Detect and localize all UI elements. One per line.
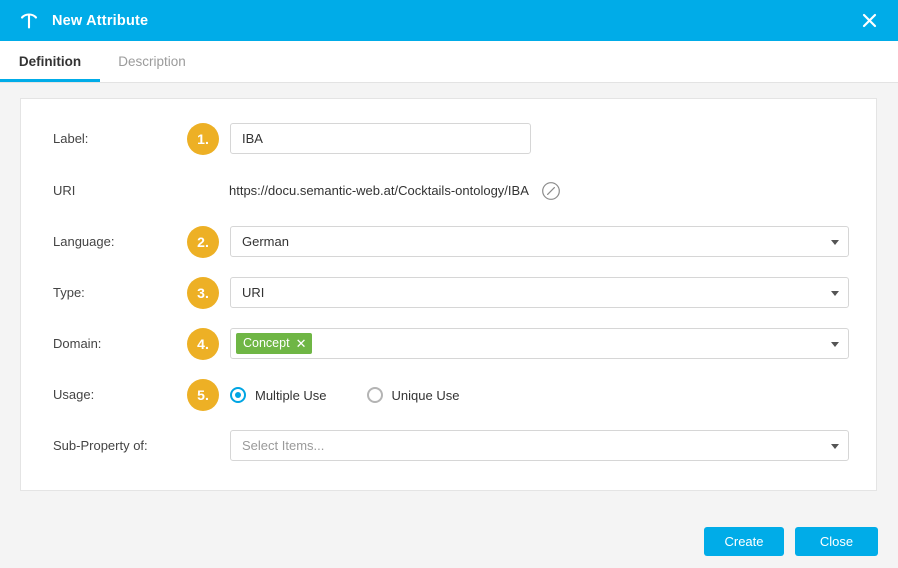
sub-property-select[interactable]: Select Items... [230,430,849,461]
tab-description[interactable]: Description [100,41,204,82]
step-badge-5: 5. [187,379,219,411]
attribute-t-icon [18,10,40,32]
sub-property-field-caption: Sub-Property of: [53,438,148,453]
language-selected-value: German [242,234,289,249]
usage-radio-group: Multiple Use Unique Use [230,375,499,415]
language-select[interactable]: German [230,226,849,257]
form-row-language: Language: 2. German [21,222,876,262]
domain-select[interactable]: Concept ✕ [230,328,849,359]
chevron-down-icon [831,444,839,449]
chevron-down-icon [831,342,839,347]
dialog-footer: Create Close [0,491,898,568]
label-field-caption: Label: [53,131,89,146]
type-field-caption: Type: [53,285,85,300]
form-row-domain: Domain: 4. Concept ✕ [21,324,876,364]
dialog-title-bar: New Attribute [0,0,898,41]
radio-unique-use-mark[interactable] [366,387,383,403]
sub-property-placeholder: Select Items... [242,438,325,453]
close-icon[interactable] [840,0,898,41]
form-row-type: Type: 3. URI [21,273,876,313]
type-selected-value: URI [242,285,265,300]
edit-uri-icon[interactable] [540,180,562,202]
uri-field-caption: URI [53,183,76,198]
type-select[interactable]: URI [230,277,849,308]
domain-field-caption: Domain: [53,336,102,351]
remove-tag-icon[interactable]: ✕ [296,337,307,350]
radio-multiple-use-mark[interactable] [230,387,246,403]
chevron-down-icon [831,240,839,245]
tab-bar: Definition Description [0,41,898,83]
domain-tag-concept[interactable]: Concept ✕ [236,333,313,354]
form-row-uri: URI https://docu.semantic-web.at/Cocktai… [21,171,876,211]
form-row-sub-property: Sub-Property of: Select Items... [21,426,876,466]
tab-definition[interactable]: Definition [0,41,100,82]
chevron-down-icon [831,291,839,296]
step-badge-3: 3. [187,277,219,309]
radio-multiple-use[interactable]: Multiple Use [230,387,327,403]
form-row-usage: Usage: 5. Multiple Use Unique Use [21,375,876,415]
create-button[interactable]: Create [704,527,784,556]
radio-unique-use-label: Unique Use [391,387,460,403]
step-badge-1: 1. [187,123,219,155]
label-input[interactable]: IBA [230,123,531,154]
close-button[interactable]: Close [795,527,878,556]
uri-value: https://docu.semantic-web.at/Cocktails-o… [229,183,529,198]
form-row-label: Label: 1. IBA [21,119,876,159]
step-badge-2: 2. [187,226,219,258]
language-field-caption: Language: [53,234,115,249]
dialog-title: New Attribute [52,12,149,29]
radio-multiple-use-label: Multiple Use [255,387,327,403]
usage-field-caption: Usage: [53,387,95,402]
definition-form-card: Label: 1. IBA URI https://docu.semantic-… [20,98,877,491]
step-badge-4: 4. [187,328,219,360]
radio-unique-use[interactable]: Unique Use [366,387,460,403]
domain-tag-label: Concept [243,336,290,350]
